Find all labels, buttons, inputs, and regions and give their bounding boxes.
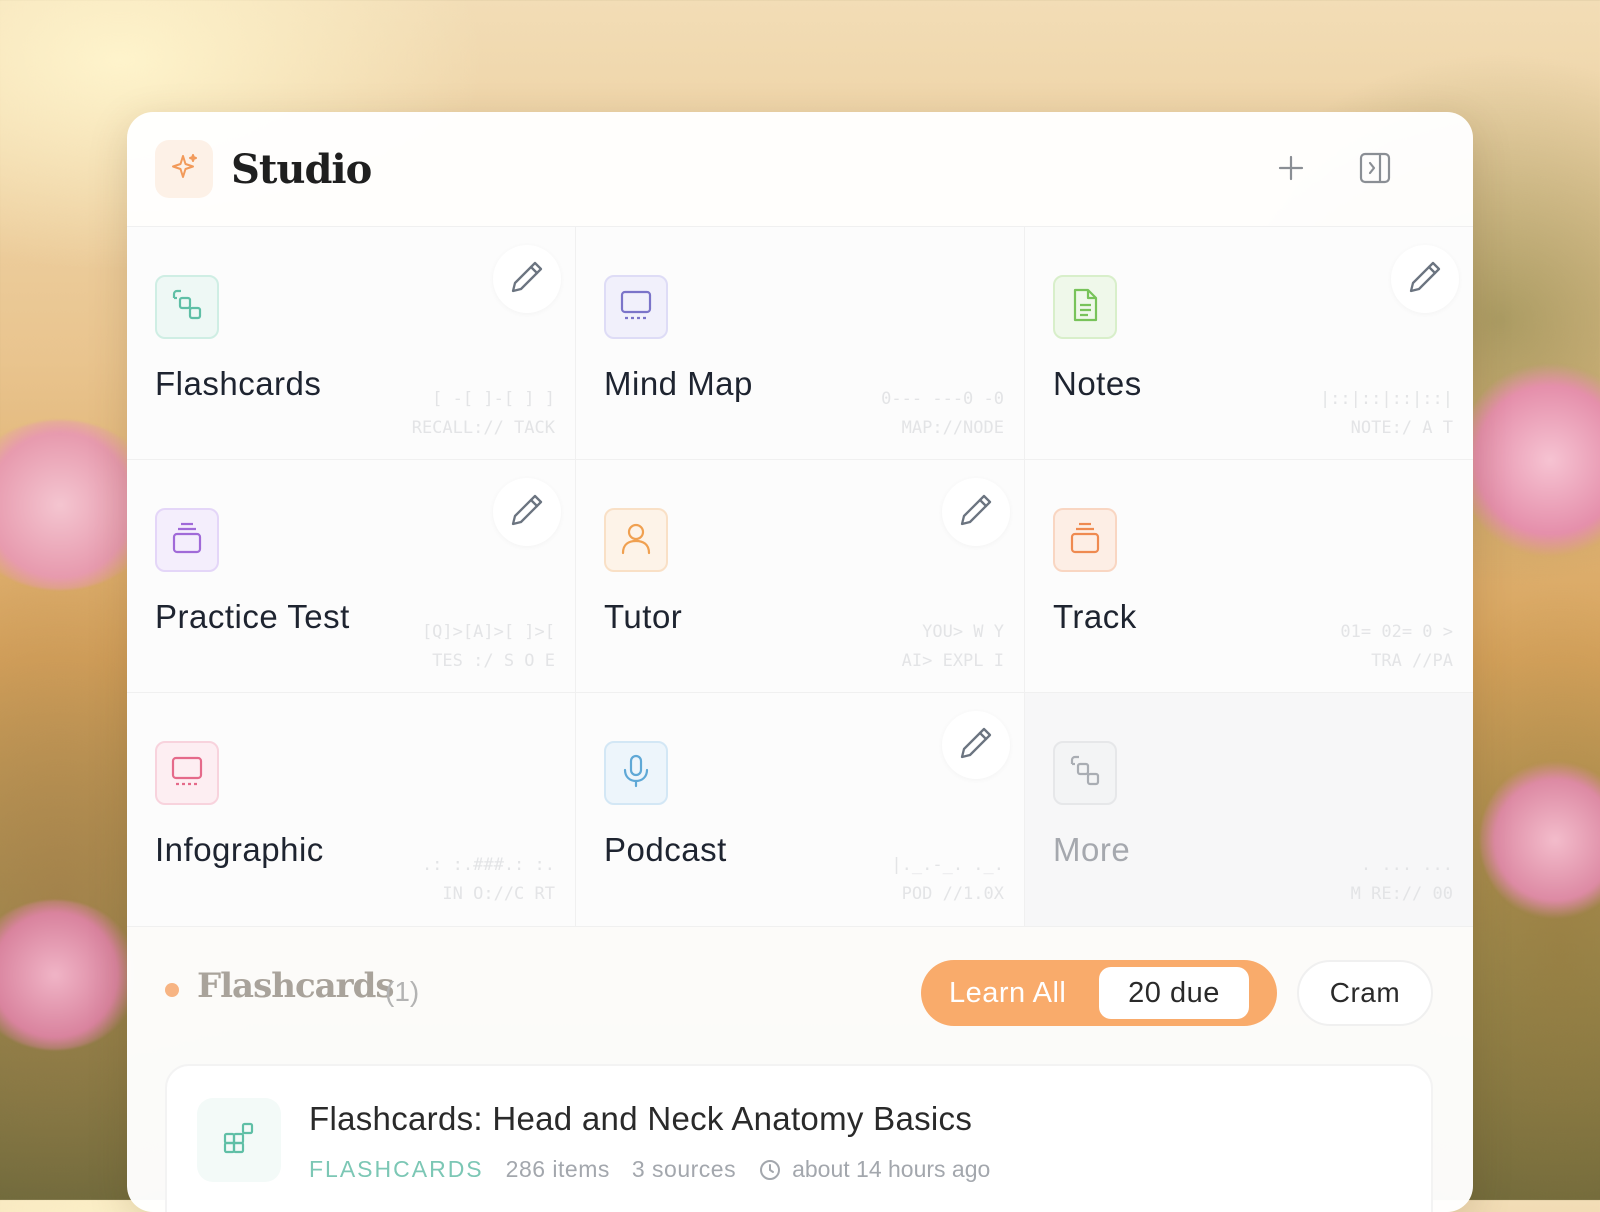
document-icon — [1066, 286, 1104, 329]
blocks-icon — [221, 1120, 257, 1161]
section-title: Flashcards — [197, 966, 395, 1006]
monitor-icon — [168, 752, 206, 795]
deck-icon-box — [197, 1098, 281, 1182]
tool-notes[interactable]: Notes |::|::|::|::| NOTE:/ A T — [1025, 227, 1473, 460]
tool-label: Tutor — [604, 598, 683, 635]
tool-icon-box — [1053, 275, 1117, 339]
decorative-code: .: :.###.: :. IN O://C RT — [421, 855, 555, 904]
edit-button[interactable] — [493, 478, 561, 546]
edit-button[interactable] — [942, 478, 1010, 546]
deck-type: FLASHCARDS — [309, 1156, 484, 1182]
cards-icon — [168, 286, 206, 329]
cram-button[interactable]: Cram — [1297, 960, 1433, 1026]
flashcards-section-header: Flashcards (1) Learn All 20 due Cram — [127, 926, 1473, 1046]
monitor-icon — [617, 286, 655, 329]
decorative-code: 0--- ---0 -0 MAP://NODE — [881, 389, 1004, 438]
pencil-icon — [508, 491, 546, 534]
tool-label: More — [1053, 831, 1131, 868]
section-dot — [165, 983, 179, 997]
clock-icon — [758, 1158, 782, 1182]
add-button[interactable] — [1269, 148, 1313, 192]
pencil-icon — [508, 258, 546, 301]
deck-items: 286 items — [505, 1156, 610, 1182]
plus-icon — [1276, 153, 1306, 188]
microphone-icon — [617, 752, 655, 795]
studio-header: Studio — [127, 112, 1473, 226]
decorative-code: YOU> W Y AI> EXPL I — [901, 622, 1004, 671]
tool-more[interactable]: More . ... ... M RE:// 00 — [1025, 693, 1473, 927]
tool-icon-box — [604, 275, 668, 339]
decorative-code: [Q]>[A]>[ ]>[TES :/ S O E — [421, 622, 555, 671]
edit-button[interactable] — [493, 245, 561, 313]
decorative-code: 01= 02= 0 > TRA //PA — [1340, 622, 1453, 671]
tool-icon-box — [1053, 741, 1117, 805]
decorative-code: |._.-_. ._. POD //1.0X — [891, 855, 1004, 904]
edit-button[interactable] — [1391, 245, 1459, 313]
tool-label: Notes — [1053, 365, 1142, 402]
page-title: Studio — [231, 145, 372, 193]
learn-all-button[interactable]: Learn All 20 due — [921, 960, 1277, 1026]
tool-icon-box — [155, 741, 219, 805]
tool-tutor[interactable]: Tutor YOU> W Y AI> EXPL I — [576, 460, 1025, 693]
deck-meta: FLASHCARDS 286 items 3 sources about 14 … — [309, 1156, 990, 1183]
tools-grid: Flashcards [ -[ ]-[ ] ] RECALL:// TACK Mi… — [127, 226, 1473, 927]
tool-practice-test[interactable]: Practice Test [Q]>[A]>[ ]>[TES :/ S O E — [127, 460, 576, 693]
decorative-code: |::|::|::|::| NOTE:/ A T — [1319, 389, 1453, 438]
deck-card[interactable]: Flashcards: Head and Neck Anatomy Basics… — [165, 1064, 1433, 1212]
sidebar-toggle-icon — [1358, 151, 1392, 190]
stack-icon — [1066, 519, 1104, 562]
studio-logo — [155, 140, 213, 198]
sparkle-icon — [169, 152, 199, 187]
edit-button[interactable] — [942, 711, 1010, 779]
person-icon — [617, 519, 655, 562]
background-flower — [1460, 360, 1600, 560]
decorative-code: . ... ... M RE:// 00 — [1350, 855, 1453, 904]
tool-label: Track — [1053, 598, 1137, 635]
cards-icon — [1066, 752, 1104, 795]
background-flower — [0, 900, 140, 1050]
tool-label: Mind Map — [604, 365, 753, 402]
tool-icon-box — [155, 275, 219, 339]
tool-podcast[interactable]: Podcast |._.-_. ._. POD //1.0X — [576, 693, 1025, 927]
tool-label: Podcast — [604, 831, 727, 868]
tool-icon-box — [604, 508, 668, 572]
tool-icon-box — [1053, 508, 1117, 572]
pencil-icon — [1406, 258, 1444, 301]
tool-mind-map[interactable]: Mind Map 0--- ---0 -0 MAP://NODE — [576, 227, 1025, 460]
stack-icon — [168, 519, 206, 562]
decorative-code: [ -[ ]-[ ] ] RECALL:// TACK — [411, 389, 555, 438]
pencil-icon — [957, 724, 995, 767]
deck-title: Flashcards: Head and Neck Anatomy Basics — [309, 1100, 973, 1137]
tool-label: Infographic — [155, 831, 324, 868]
deck-updated: about 14 hours ago — [792, 1156, 991, 1182]
tool-label: Practice Test — [155, 598, 350, 635]
tool-infographic[interactable]: Infographic .: :.###.: :. IN O://C RT — [127, 693, 576, 927]
tool-icon-box — [155, 508, 219, 572]
background-flower — [1480, 760, 1600, 920]
tool-label: Flashcards — [155, 365, 322, 402]
tool-flashcards[interactable]: Flashcards [ -[ ]-[ ] ] RECALL:// TACK — [127, 227, 576, 460]
toggle-panel-button[interactable] — [1353, 148, 1397, 192]
studio-panel: Studio Flashcards [-[]-[]] RECALL://… — [127, 112, 1473, 1212]
tool-icon-box — [604, 741, 668, 805]
pencil-icon — [957, 491, 995, 534]
section-count: (1) — [385, 976, 420, 1007]
learn-all-label: Learn All — [949, 976, 1067, 1009]
deck-sources: 3 sources — [631, 1156, 737, 1182]
due-count-badge: 20 due — [1099, 967, 1249, 1019]
tool-track[interactable]: Track 01= 02= 0 > TRA //PA — [1025, 460, 1473, 693]
